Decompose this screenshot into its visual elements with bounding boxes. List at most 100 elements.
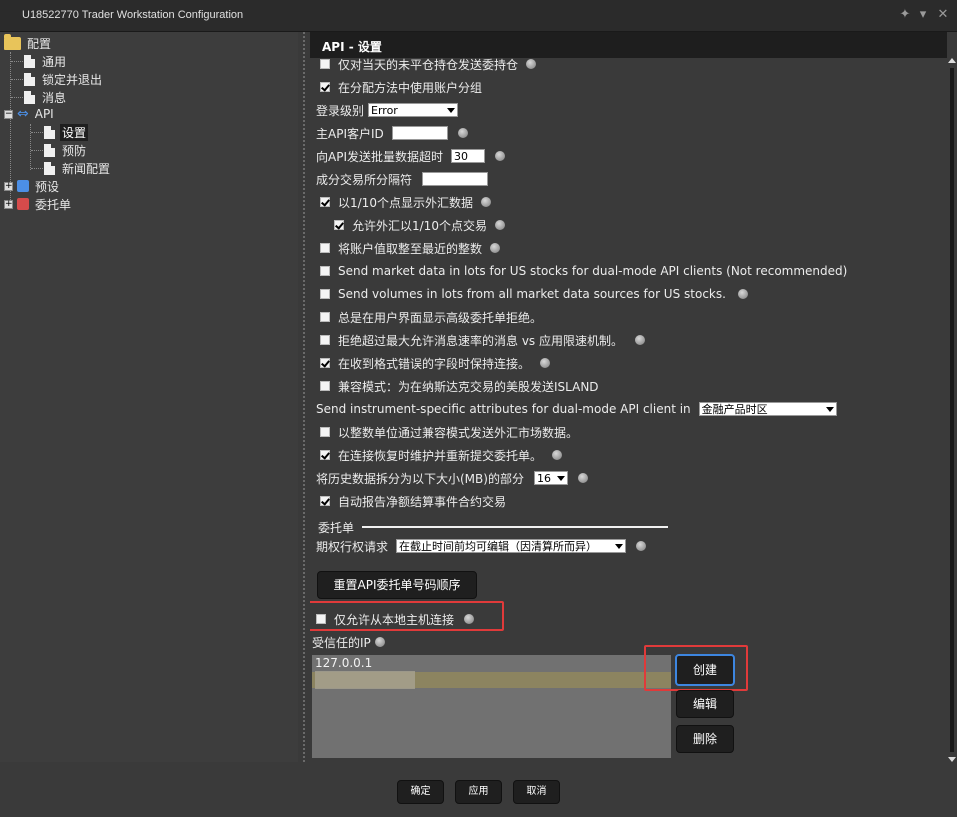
select-value: 16 [536,472,551,485]
setting-row[interactable]: 在连接恢复时维护并重新提交委托单。 [320,445,563,465]
trusted-ip-label: 受信任的IP [312,635,371,650]
help-icon[interactable] [464,614,475,624]
chevron-down-icon[interactable]: ▾ [914,6,932,24]
hist-split-select[interactable]: 16 [533,471,568,485]
delete-button[interactable]: 删除 [676,725,734,753]
redacted-blur [315,671,415,689]
help-icon[interactable] [457,128,468,138]
tree-item-general[interactable]: 通用 [24,52,68,70]
setting-row[interactable]: Send volumes in lots from all market dat… [320,284,748,304]
localhost-only-row[interactable]: 仅允许从本地主机连接 [316,609,475,629]
separator-input[interactable] [422,172,489,186]
trusted-ip-row: 受信任的IP [312,632,385,652]
tree-item-api-settings[interactable]: 设置 [44,123,89,141]
checkbox[interactable] [320,358,330,368]
help-icon[interactable] [636,541,647,551]
checkbox[interactable] [320,243,330,253]
log-level-select[interactable]: Error [368,103,459,117]
checkbox[interactable] [320,450,330,460]
document-icon [44,143,55,157]
expand-icon[interactable]: + [4,199,13,209]
close-icon[interactable]: ✕ [934,6,952,24]
list-item[interactable]: 127.0.0.1 [312,655,671,671]
hist-split-label: 将历史数据拆分为以下大小(MB)的部分 [316,471,524,486]
checkbox[interactable] [320,82,330,92]
help-icon[interactable] [374,637,385,647]
timeout-input[interactable]: 30 [451,149,485,163]
pin-icon[interactable]: ✦ [896,6,914,24]
help-icon[interactable] [635,335,645,345]
checkbox[interactable] [320,312,330,322]
help-icon[interactable] [737,289,748,299]
dropdown-arrow-icon [447,108,456,113]
setting-row[interactable]: 自动报告净额结算事件合约交易 [320,491,506,511]
help-icon[interactable] [526,59,537,69]
checkbox[interactable] [320,59,330,69]
tree-root[interactable]: 配置 [4,33,53,52]
help-icon[interactable] [552,450,563,460]
checkbox[interactable] [320,289,330,299]
setting-row[interactable]: Send market data in lots for US stocks f… [320,261,847,281]
trusted-ip-list[interactable]: 127.0.0.1 [312,655,671,758]
help-icon[interactable] [495,151,505,161]
timeout-label: 向API发送批量数据超时 [316,149,443,164]
checkbox[interactable] [316,614,326,624]
apply-button[interactable]: 应用 [455,780,502,804]
setting-label: 将账户值取整至最近的整数 [338,241,483,256]
setting-label: 仅允许从本地主机连接 [334,612,455,627]
cancel-button[interactable]: 取消 [513,780,560,804]
help-icon[interactable] [480,197,491,207]
expand-icon[interactable]: + [4,181,13,191]
tree-item-api-precautions[interactable]: 预防 [44,141,88,159]
tree-item-api-news[interactable]: 新闻配置 [44,159,112,177]
splitter[interactable] [298,32,310,762]
tree-item-messages[interactable]: 消息 [24,88,68,106]
checkbox[interactable] [334,220,344,230]
setting-row[interactable]: 以整数单位通过兼容模式发送外汇市场数据。 [320,422,578,442]
create-button[interactable]: 创建 [675,654,735,686]
tree-item-lock-exit[interactable]: 锁定并退出 [24,70,104,88]
scroll-thumb[interactable] [950,68,954,752]
document-icon [44,161,55,175]
checkbox[interactable] [320,335,330,345]
section-divider [362,526,668,528]
tree-guide [31,168,43,169]
setting-label: 兼容模式：为在纳斯达克交易的美股发送ISLAND [338,379,599,394]
setting-label: 允许外汇以1/10个点交易 [352,218,487,233]
reset-order-id-button[interactable]: 重置API委托单号码顺序 [317,571,477,599]
setting-label: 总是在用户界面显示高级委托单拒绝。 [338,310,543,325]
setting-row[interactable]: 拒绝超过最大允许消息速率的消息 vs 应用限速机制。 [320,330,645,350]
help-icon[interactable] [490,243,501,253]
tree-item-presets[interactable]: + 预设 [4,177,61,195]
edit-button[interactable]: 编辑 [676,690,734,718]
setting-row[interactable]: 在分配方法中使用账户分组 [320,77,482,97]
checkbox[interactable] [320,381,330,391]
scroll-up-icon[interactable] [948,58,956,63]
setting-row[interactable]: 以1/10个点显示外汇数据 [320,192,491,212]
setting-row[interactable]: 兼容模式：为在纳斯达克交易的美股发送ISLAND [320,376,599,396]
vertical-scrollbar[interactable] [947,58,957,762]
setting-row[interactable]: 将账户值取整至最近的整数 [320,238,501,258]
master-client-input[interactable] [391,126,448,140]
help-icon[interactable] [540,358,551,368]
dialog-footer: 确定 应用 取消 [0,762,957,817]
tree-item-orders[interactable]: + 委托单 [4,195,73,213]
setting-row[interactable]: 总是在用户界面显示高级委托单拒绝。 [320,307,542,327]
checkbox[interactable] [320,496,330,506]
help-icon[interactable] [577,473,588,483]
exercise-row: 期权行权请求 在截止时间前均可编辑（因清算所而异） [316,536,647,556]
collapse-icon[interactable]: − [4,109,13,119]
exercise-select[interactable]: 在截止时间前均可编辑（因清算所而异） [396,539,627,553]
timeout-row: 向API发送批量数据超时 30 [316,146,505,166]
setting-row[interactable]: 允许外汇以1/10个点交易 [334,215,505,235]
checkbox[interactable] [320,197,330,207]
help-icon[interactable] [494,220,505,230]
checkbox[interactable] [320,427,330,437]
ok-button[interactable]: 确定 [397,780,444,804]
document-icon [44,125,55,139]
instrument-attr-select[interactable]: 金融产品时区 [698,402,837,416]
setting-label: 以整数单位通过兼容模式发送外汇市场数据。 [338,425,579,440]
checkbox[interactable] [320,266,330,276]
setting-row[interactable]: 在收到格式错误的字段时保持连接。 [320,353,551,373]
tree-item-api[interactable]: − ⇔ API [4,105,56,123]
